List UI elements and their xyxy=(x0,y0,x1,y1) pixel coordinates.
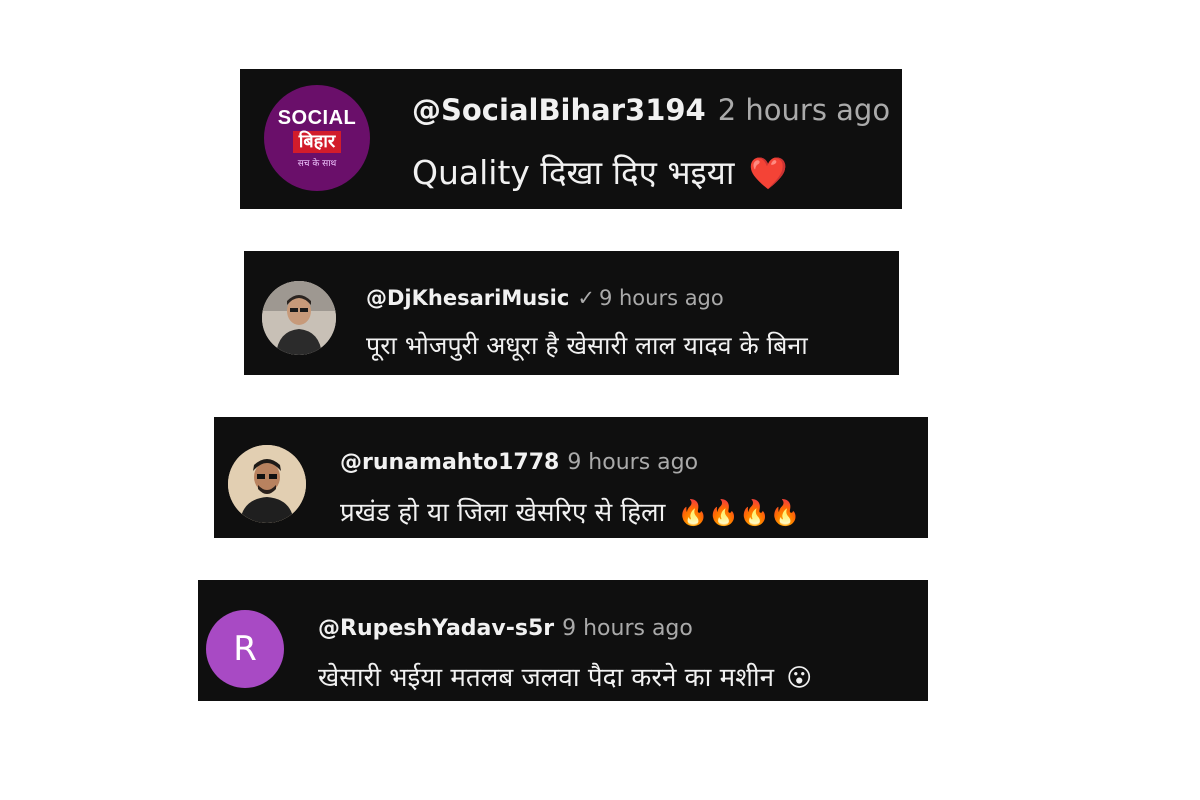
avatar-logo-tagline: सच के साथ xyxy=(297,159,337,169)
comment-text: प्रखंड हो या जिला खेसरिए से हिला 🔥🔥🔥🔥 xyxy=(340,493,801,529)
avatar[interactable]: SOCIAL बिहार सच के साथ xyxy=(264,85,370,191)
comment-author[interactable]: @DjKhesariMusic xyxy=(366,286,569,310)
comment-text: पूरा भोजपुरी अधूरा है खेसारी लाल यादव के… xyxy=(366,328,808,362)
comment-card: @DjKhesariMusic ✓ 9 hours ago पूरा भोजपु… xyxy=(244,251,899,375)
comment-text: Quality दिखा दिए भइया ❤️ xyxy=(412,149,788,194)
avatar[interactable]: R xyxy=(206,610,284,688)
avatar-photo xyxy=(262,281,336,355)
comment-text: खेसारी भईया मतलब जलवा पैदा करने का मशीन … xyxy=(318,658,812,694)
heart-emoji: ❤️ xyxy=(748,156,788,192)
comment-timestamp[interactable]: 9 hours ago xyxy=(562,616,693,641)
avatar[interactable] xyxy=(228,445,306,523)
comment-timestamp[interactable]: 2 hours ago xyxy=(718,93,890,127)
comment-body: प्रखंड हो या जिला खेसरिए से हिला xyxy=(340,498,666,528)
comment-timestamp[interactable]: 9 hours ago xyxy=(567,450,698,475)
comment-author[interactable]: @runamahto1778 xyxy=(340,450,559,475)
comment-header: @runamahto1778 9 hours ago xyxy=(340,450,698,475)
comment-header: @SocialBihar3194 2 hours ago xyxy=(412,93,890,127)
comment-header: @DjKhesariMusic ✓ 9 hours ago xyxy=(366,286,724,310)
comment-author[interactable]: @RupeshYadav-s5r xyxy=(318,616,554,641)
avatar-photo xyxy=(228,445,306,523)
avatar[interactable] xyxy=(262,281,336,355)
avatar-logo-text: SOCIAL xyxy=(277,107,357,129)
comment-body: खेसारी भईया मतलब जलवा पैदा करने का मशीन xyxy=(318,663,775,693)
verified-check-icon: ✓ xyxy=(577,286,595,310)
comment-body: Quality दिखा दिए भइया xyxy=(412,153,735,192)
comment-card: SOCIAL बिहार सच के साथ @SocialBihar3194 … xyxy=(240,69,902,209)
comment-body: पूरा भोजपुरी अधूरा है खेसारी लाल यादव के… xyxy=(366,331,808,360)
astonished-emoji: 😮 xyxy=(786,663,813,692)
comment-author[interactable]: @SocialBihar3194 xyxy=(412,93,706,127)
fire-emoji: 🔥🔥🔥🔥 xyxy=(677,498,801,527)
comment-card: R @RupeshYadav-s5r 9 hours ago खेसारी भई… xyxy=(198,580,928,701)
comment-card: @runamahto1778 9 hours ago प्रखंड हो या … xyxy=(214,417,928,538)
comment-header: @RupeshYadav-s5r 9 hours ago xyxy=(318,616,693,641)
comment-timestamp[interactable]: 9 hours ago xyxy=(599,286,724,310)
avatar-initial: R xyxy=(233,629,257,669)
avatar-logo-text: बिहार xyxy=(292,131,342,153)
